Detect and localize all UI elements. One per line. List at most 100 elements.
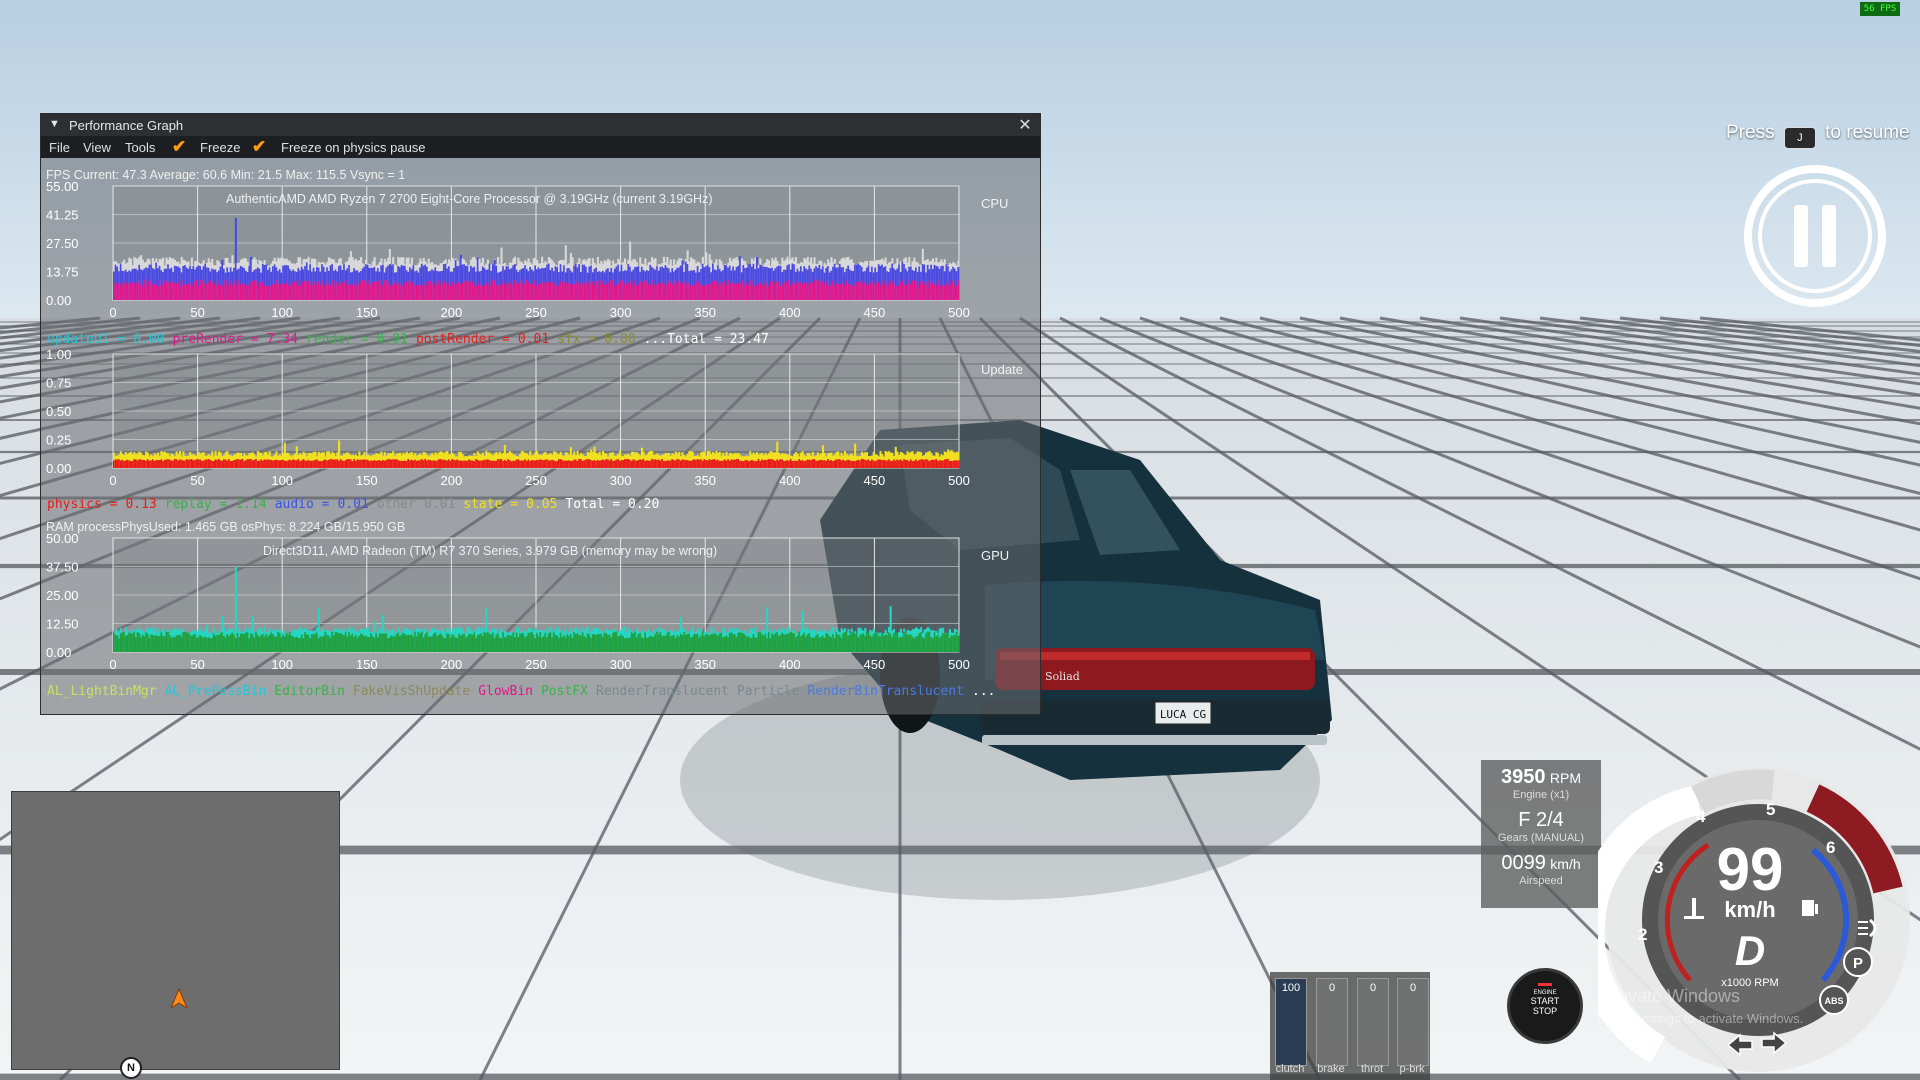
window-title: Performance Graph <box>69 118 184 133</box>
gpu-legend-item: RenderTranslucent Particle <box>595 684 800 699</box>
freeze-physics-checkmark-icon[interactable]: ✔ <box>252 137 266 157</box>
pedal-value: 0 <box>1409 982 1417 994</box>
update-x-tick: 0 <box>109 473 116 488</box>
brake-pedal-bar: 0 <box>1316 978 1348 1066</box>
menu-view[interactable]: View <box>83 140 111 155</box>
cpu-legend-item: render = <box>306 332 369 347</box>
pedal-value: 100 <box>1281 982 1301 994</box>
gpu-x-tick: 250 <box>525 657 547 672</box>
cpu-y-tick: 13.75 <box>46 265 79 280</box>
update-x-tick: 50 <box>190 473 204 488</box>
compass-north-icon: N <box>120 1057 142 1079</box>
cpu-x-tick: 250 <box>525 305 547 320</box>
gpu-bar <box>957 635 960 652</box>
gpu-legend-item: RenderBinTranslucent <box>807 684 964 699</box>
cpu-x-tick: 350 <box>694 305 716 320</box>
cpu-graph-label: CPU <box>981 196 1009 211</box>
performance-graph-window[interactable]: ▼ Performance Graph ✕ File View Tools ✔ … <box>40 113 1041 715</box>
update-x-tick: 100 <box>271 473 293 488</box>
update-x-tick: 150 <box>356 473 378 488</box>
cpu-legend-item: 0.01 <box>376 332 408 347</box>
update-legend-item: 1.14 <box>235 497 267 512</box>
gpu-x-tick: 50 <box>190 657 204 672</box>
gpu-graph: 0 50 100 150 200 250 300 350 400 450 500 50.00 37.50… <box>46 534 970 672</box>
rpm-value: 3950 <box>1500 766 1546 788</box>
freeze-physics-toggle[interactable]: Freeze on physics pause <box>281 140 426 155</box>
engine-start-stop-button[interactable]: ENGINE START STOP <box>1507 968 1583 1044</box>
window-titlebar[interactable]: ▼ Performance Graph ✕ <box>41 114 1040 136</box>
gear-value: F 2/4 <box>1518 809 1564 831</box>
update-legend-item: 0.01 <box>337 497 369 512</box>
fps-stats: FPS Current: 47.3 Average: 60.6 Min: 21.… <box>46 168 406 182</box>
parking-brake-label: p-brk <box>1399 1063 1425 1075</box>
parking-brake-icon: P <box>1853 955 1863 972</box>
drive-mode: D <box>1735 927 1765 974</box>
pause-button[interactable] <box>1742 163 1888 309</box>
update-y-tick: 0.25 <box>46 433 71 448</box>
cpu-y-tick: 55.00 <box>46 182 79 194</box>
update-legend-item: physics = <box>47 497 118 512</box>
gauge-number-3: 3 <box>1654 858 1663 877</box>
minimap[interactable] <box>11 791 340 1070</box>
resume-to-resume-text: to resume <box>1825 122 1910 143</box>
gpu-x-tick: 300 <box>610 657 632 672</box>
update-x-tick: 200 <box>441 473 463 488</box>
update-graph-label: Update <box>981 362 1023 377</box>
gpu-x-tick: 200 <box>441 657 463 672</box>
gpu-legend-item: GlowBin <box>478 684 533 699</box>
cpu-y-tick: 41.25 <box>46 208 79 223</box>
freeze-checkmark-icon[interactable]: ✔ <box>172 137 186 157</box>
cpu-legend-item: postRender = <box>415 332 510 347</box>
window-menubar: File View Tools ✔ Freeze ✔ Freeze on phy… <box>41 136 1040 158</box>
gpu-info: Direct3D11, AMD Radeon (TM) R7 370 Serie… <box>263 544 718 558</box>
watermark-subtitle: Go to Settings to activate Windows. <box>1598 1011 1804 1026</box>
gauge-number-5: 5 <box>1766 800 1775 819</box>
update-y-tick: 0.75 <box>46 376 71 391</box>
update-legend: physics = 0.13 replay = 1.14 audio = 0.01 othe… <box>47 497 667 512</box>
vehicle-info-panel: 3950 RPM Engine (x1) F 2/4 Gears (MANUAL… <box>1481 760 1601 908</box>
update-legend-item: Total = 0.20 <box>565 497 660 512</box>
pedal-value: 0 <box>1369 982 1377 994</box>
gpu-graph-label: GPU <box>981 548 1010 563</box>
license-plate: LUCA CG <box>1160 708 1206 721</box>
stop-label: STOP <box>1532 1006 1558 1016</box>
menu-file[interactable]: File <box>49 140 70 155</box>
fps-counter: 56 FPS <box>1860 2 1900 16</box>
cpu-legend-item: updateUI = <box>47 332 126 347</box>
gear-label: Gears (MANUAL) <box>1497 832 1585 844</box>
gpu-x-tick: 500 <box>948 657 970 672</box>
cpu-x-tick: 300 <box>610 305 632 320</box>
cpu-x-tick: 150 <box>356 305 378 320</box>
speed-value: 99 <box>1717 836 1784 903</box>
cpu-bar <box>957 280 960 300</box>
airspeed-label: Airspeed <box>1519 875 1563 887</box>
update-legend-item: 0.05 <box>526 497 558 512</box>
cpu-x-tick: 450 <box>864 305 886 320</box>
update-x-tick: 250 <box>525 473 547 488</box>
cpu-legend-item: 0.00 <box>604 332 636 347</box>
collapse-arrow-icon[interactable]: ▼ <box>49 118 60 130</box>
cpu-x-tick: 100 <box>271 305 293 320</box>
gpu-x-tick: 0 <box>109 657 116 672</box>
close-icon[interactable]: ✕ <box>1016 115 1034 134</box>
watermark-title: Activate Windows <box>1598 986 1741 1006</box>
gpu-y-tick: 12.50 <box>46 617 79 632</box>
update-y-tick: 1.00 <box>46 350 71 362</box>
ram-stats: RAM processPhysUsed: 1.465 GB osPhys: 8.… <box>46 520 406 534</box>
clutch-label: clutch <box>1275 1063 1305 1075</box>
gpu-legend-item: FakeVisShUpdate <box>352 684 471 699</box>
update-bar <box>957 460 960 468</box>
throttle-label: throt <box>1360 1063 1383 1075</box>
cpu-legend-item: preRender = <box>172 332 259 347</box>
cpu-legend-item: sfx = <box>557 332 597 347</box>
gpu-legend-item: ... <box>972 684 996 699</box>
menu-tools[interactable]: Tools <box>125 140 155 155</box>
freeze-toggle[interactable]: Freeze <box>200 140 240 155</box>
clutch-pedal-bar: 100 <box>1275 978 1307 1066</box>
cpu-legend-item: 0.00 <box>133 332 165 347</box>
cpu-x-tick: 200 <box>441 305 463 320</box>
update-x-tick: 450 <box>864 473 886 488</box>
update-x-tick: 500 <box>948 473 970 488</box>
update-x-tick: 400 <box>779 473 801 488</box>
cpu-legend-item: 0.01 <box>517 332 550 347</box>
